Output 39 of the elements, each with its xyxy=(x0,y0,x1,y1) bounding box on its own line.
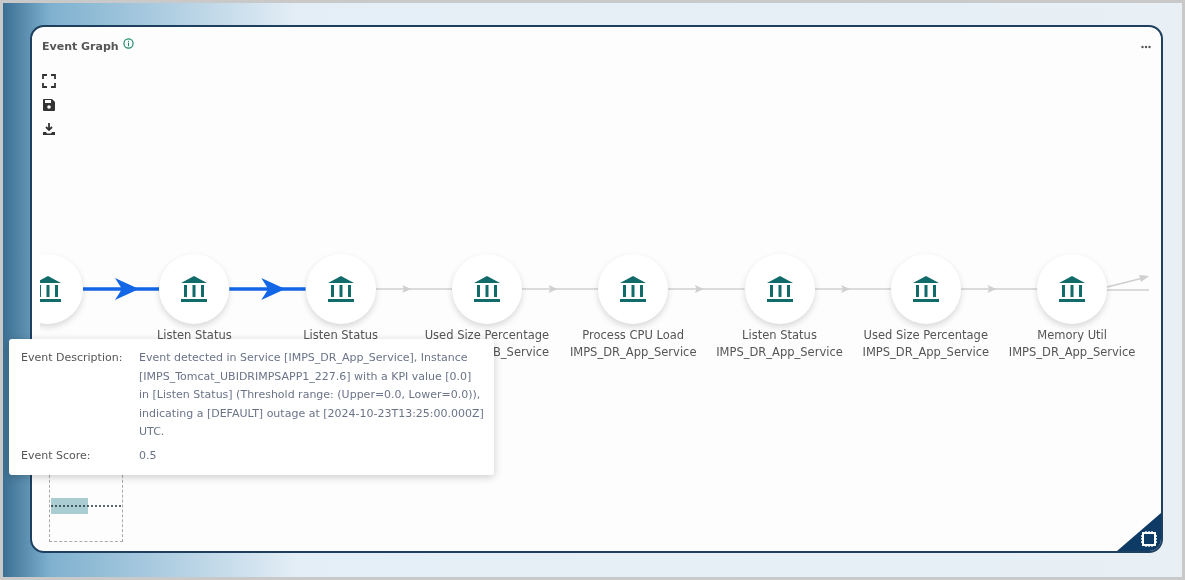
node-service: IMPS_DR_App_Service xyxy=(716,344,843,361)
node-service: IMPS_DR_App_Service xyxy=(569,344,697,361)
tooltip-label: Event Description: xyxy=(21,350,124,366)
download-icon[interactable] xyxy=(42,122,56,136)
bank-node[interactable] xyxy=(159,254,230,324)
node-title: Listen Status xyxy=(303,327,378,344)
bank-node[interactable] xyxy=(598,254,669,324)
fullscreen-icon[interactable] xyxy=(42,74,56,88)
node-title: Listen Status xyxy=(156,327,232,344)
node-title: Memory Util xyxy=(1037,327,1107,344)
chip-corner[interactable] xyxy=(1117,513,1161,551)
bank-icon xyxy=(179,275,210,303)
tooltip-label: Event Score: xyxy=(21,447,92,464)
bank-icon xyxy=(325,275,356,303)
minimap-viewport-drawing xyxy=(50,497,122,515)
bank-node[interactable] xyxy=(305,254,376,324)
bank-node[interactable] xyxy=(1037,254,1108,324)
bank-icon xyxy=(764,275,795,303)
tooltip-value: Event detected in Service [IMPS_DR_App_Service], Instance [IMPS_Tomcat_UBIDRIMPSAPP1_227.6] with a KPI value [0.0] in [Listen Status] (Threshold range: (Upper=0.0, Lower=0.0)), indicating a [DEFAULT] outage at [2024-10-23T13:25:00.000Z] UTC. xyxy=(139,350,484,440)
bank-node[interactable] xyxy=(890,254,961,324)
bank-icon xyxy=(1057,275,1088,303)
panel-title: Event Graph xyxy=(42,40,119,53)
tooltip-value: 0.5 xyxy=(139,447,158,464)
bank-icon xyxy=(471,275,502,303)
bank-node[interactable] xyxy=(744,254,815,324)
bank-icon xyxy=(40,275,63,303)
bank-node[interactable] xyxy=(451,254,522,324)
node-title: Process CPU Load xyxy=(582,327,685,344)
bank-icon xyxy=(910,275,941,303)
node-service: IMPS_DR_App_Service xyxy=(1008,344,1136,361)
node-title: Used Size Percentage xyxy=(424,327,550,344)
node-title: Listen Status xyxy=(742,327,817,344)
node-service: B_Service xyxy=(492,344,550,361)
save-icon[interactable] xyxy=(42,98,56,112)
info-icon[interactable] xyxy=(122,38,134,49)
node-service: IMPS_DR_App_Service xyxy=(862,344,990,361)
more-icon[interactable] xyxy=(1141,44,1151,49)
node-title: Used Size Percentage xyxy=(863,327,988,344)
bank-icon xyxy=(618,275,649,303)
